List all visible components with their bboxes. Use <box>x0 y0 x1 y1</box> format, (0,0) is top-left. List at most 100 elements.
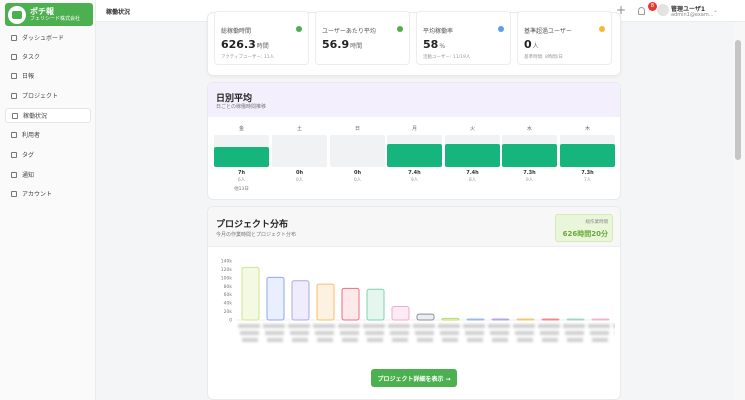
day-bar-track <box>445 135 500 167</box>
day-bar-track <box>560 135 615 167</box>
day-column: 金 7h 6人 他13日 <box>214 125 269 192</box>
project-bar[interactable] <box>541 318 560 321</box>
stat-over-limit: 基準超過ユーザー 0人 基準時間: 8時間/日 <box>517 11 612 65</box>
day-users: 7人 <box>583 178 592 183</box>
project-bar[interactable] <box>416 313 435 321</box>
y-tick-label: 140k <box>221 259 233 265</box>
y-tick-label: 0 <box>229 318 232 324</box>
distribution-subtitle: 今月の作業時間とプロジェクト分布 <box>216 232 297 238</box>
sidebar-item-tags[interactable]: タグ <box>5 147 91 162</box>
distribution-title: プロジェクト分布 <box>216 220 289 230</box>
sidebar-item-projects[interactable]: プロジェクト <box>5 88 91 103</box>
day-label: 金 <box>238 126 244 132</box>
project-bar[interactable] <box>491 318 510 321</box>
bell-icon <box>11 171 17 178</box>
stat-avg-per-user: ユーザーあたり平均 56.9時間 <box>315 11 410 65</box>
brand-title: ポチ報 <box>30 7 54 16</box>
project-bar[interactable] <box>391 306 410 321</box>
project-detail-button[interactable]: プロジェクト詳細を表示 → <box>371 369 457 387</box>
project-distribution-chart: 140k 120k 100k 80k 60k 40k 20k 0 <box>221 259 615 342</box>
notification-bell-icon[interactable] <box>638 7 645 15</box>
stat-sub: 基準時間: 8時間/日 <box>524 55 563 60</box>
project-bar[interactable] <box>316 283 335 321</box>
total-hours-box: 総作業時間 626時間20分 <box>555 214 613 242</box>
stats-panel: 総稼働時間 626.3時間 アクティブユーザー: 11人 ユーザーあたり平均 5… <box>207 11 621 76</box>
day-label: 日 <box>354 126 360 132</box>
logo-icon <box>8 5 26 24</box>
x-tick-labels-blurred <box>238 324 615 342</box>
sidebar-item-label: ダッシュボード <box>22 35 65 42</box>
stat-sub: 活動ユーザー: 11/19人 <box>423 55 471 60</box>
stat-sub: アクティブユーザー: 11人 <box>221 55 275 60</box>
project-bar[interactable] <box>341 287 360 321</box>
project-bar[interactable] <box>291 280 310 321</box>
stat-label: ユーザーあたり平均 <box>322 28 376 35</box>
project-bar[interactable] <box>241 266 260 321</box>
project-bar[interactable] <box>516 318 535 321</box>
y-tick-label: 20k <box>224 309 233 315</box>
y-tick-label: 120k <box>221 267 233 273</box>
folder-icon <box>11 92 17 99</box>
clock-icon <box>296 26 302 32</box>
account-icon <box>11 190 17 197</box>
project-bar[interactable] <box>366 288 385 321</box>
sidebar-item-label: プロジェクト <box>22 93 59 100</box>
project-bar[interactable] <box>466 318 485 321</box>
project-bar[interactable] <box>441 317 460 321</box>
day-hours: 7.4h <box>408 170 421 176</box>
distribution-header: プロジェクト分布 今月の作業時間とプロジェクト分布 総作業時間 626時間20分 <box>208 207 620 247</box>
users-icon <box>498 26 504 32</box>
day-extra: 他13日 <box>234 187 249 192</box>
day-users: 0人 <box>295 178 304 183</box>
sidebar-item-label: 稼働状況 <box>23 113 48 120</box>
day-column: 水 7.3h 9人 <box>502 125 557 183</box>
sidebar-item-users[interactable]: 利用者 <box>5 127 91 142</box>
day-hours: 0h <box>353 170 362 176</box>
sidebar-item-notifications[interactable]: 通知 <box>5 167 91 182</box>
brand-logo[interactable]: ポチ報 フェリシード株式会社 <box>5 3 93 26</box>
sidebar-item-work-status[interactable]: 稼働状況 <box>5 108 91 123</box>
day-bar-track <box>387 135 442 167</box>
user-icon <box>397 26 403 32</box>
stat-value: 56.9時間 <box>322 38 363 51</box>
day-hours: 0h <box>295 170 304 176</box>
sidebar-item-account[interactable]: アカウント <box>5 186 91 201</box>
chevron-down-icon[interactable]: ⌄ <box>713 7 718 14</box>
avatar[interactable] <box>657 4 669 16</box>
day-bar-track <box>330 135 385 167</box>
day-bar <box>445 143 500 167</box>
day-users: 6人 <box>237 178 246 183</box>
sidebar-item-label: タスク <box>22 54 41 61</box>
project-bar[interactable] <box>591 318 610 321</box>
project-bar[interactable] <box>566 318 585 321</box>
notification-badge: 8 <box>648 2 657 11</box>
day-users: 8人 <box>468 178 477 183</box>
users-icon <box>11 131 17 138</box>
tag-icon <box>11 151 17 158</box>
sidebar-item-daily-report[interactable]: 日報 <box>5 68 91 83</box>
warning-icon <box>599 26 605 32</box>
day-bar-track <box>272 135 327 167</box>
sidebar-item-label: 通知 <box>22 172 35 179</box>
stat-value: 0人 <box>524 38 539 51</box>
day-label: 木 <box>584 126 590 132</box>
project-bar[interactable] <box>266 276 285 321</box>
day-column: 月 7.4h 9人 <box>387 125 442 183</box>
page-title: 稼働状況 <box>106 9 131 16</box>
sidebar-item-dashboard[interactable]: ダッシュボード <box>5 30 91 45</box>
day-label: 水 <box>526 126 532 132</box>
stat-label: 基準超過ユーザー <box>524 28 572 35</box>
stat-total-hours: 総稼働時間 626.3時間 アクティブユーザー: 11人 <box>214 11 309 65</box>
scrollbar-thumb[interactable] <box>735 40 741 160</box>
day-hours: 7.4h <box>466 170 479 176</box>
day-bar <box>560 143 615 167</box>
y-tick-label: 60k <box>224 292 233 298</box>
sidebar-item-tasks[interactable]: タスク <box>5 49 91 64</box>
chart-icon <box>12 112 18 119</box>
day-label: 土 <box>296 126 302 132</box>
total-value: 626時間20分 <box>562 230 608 238</box>
daily-subtitle: 日ごとの稼働時間推移 <box>216 104 266 110</box>
stat-value: 58% <box>423 38 446 51</box>
y-tick-label: 80k <box>224 284 233 290</box>
day-label: 火 <box>469 126 475 132</box>
